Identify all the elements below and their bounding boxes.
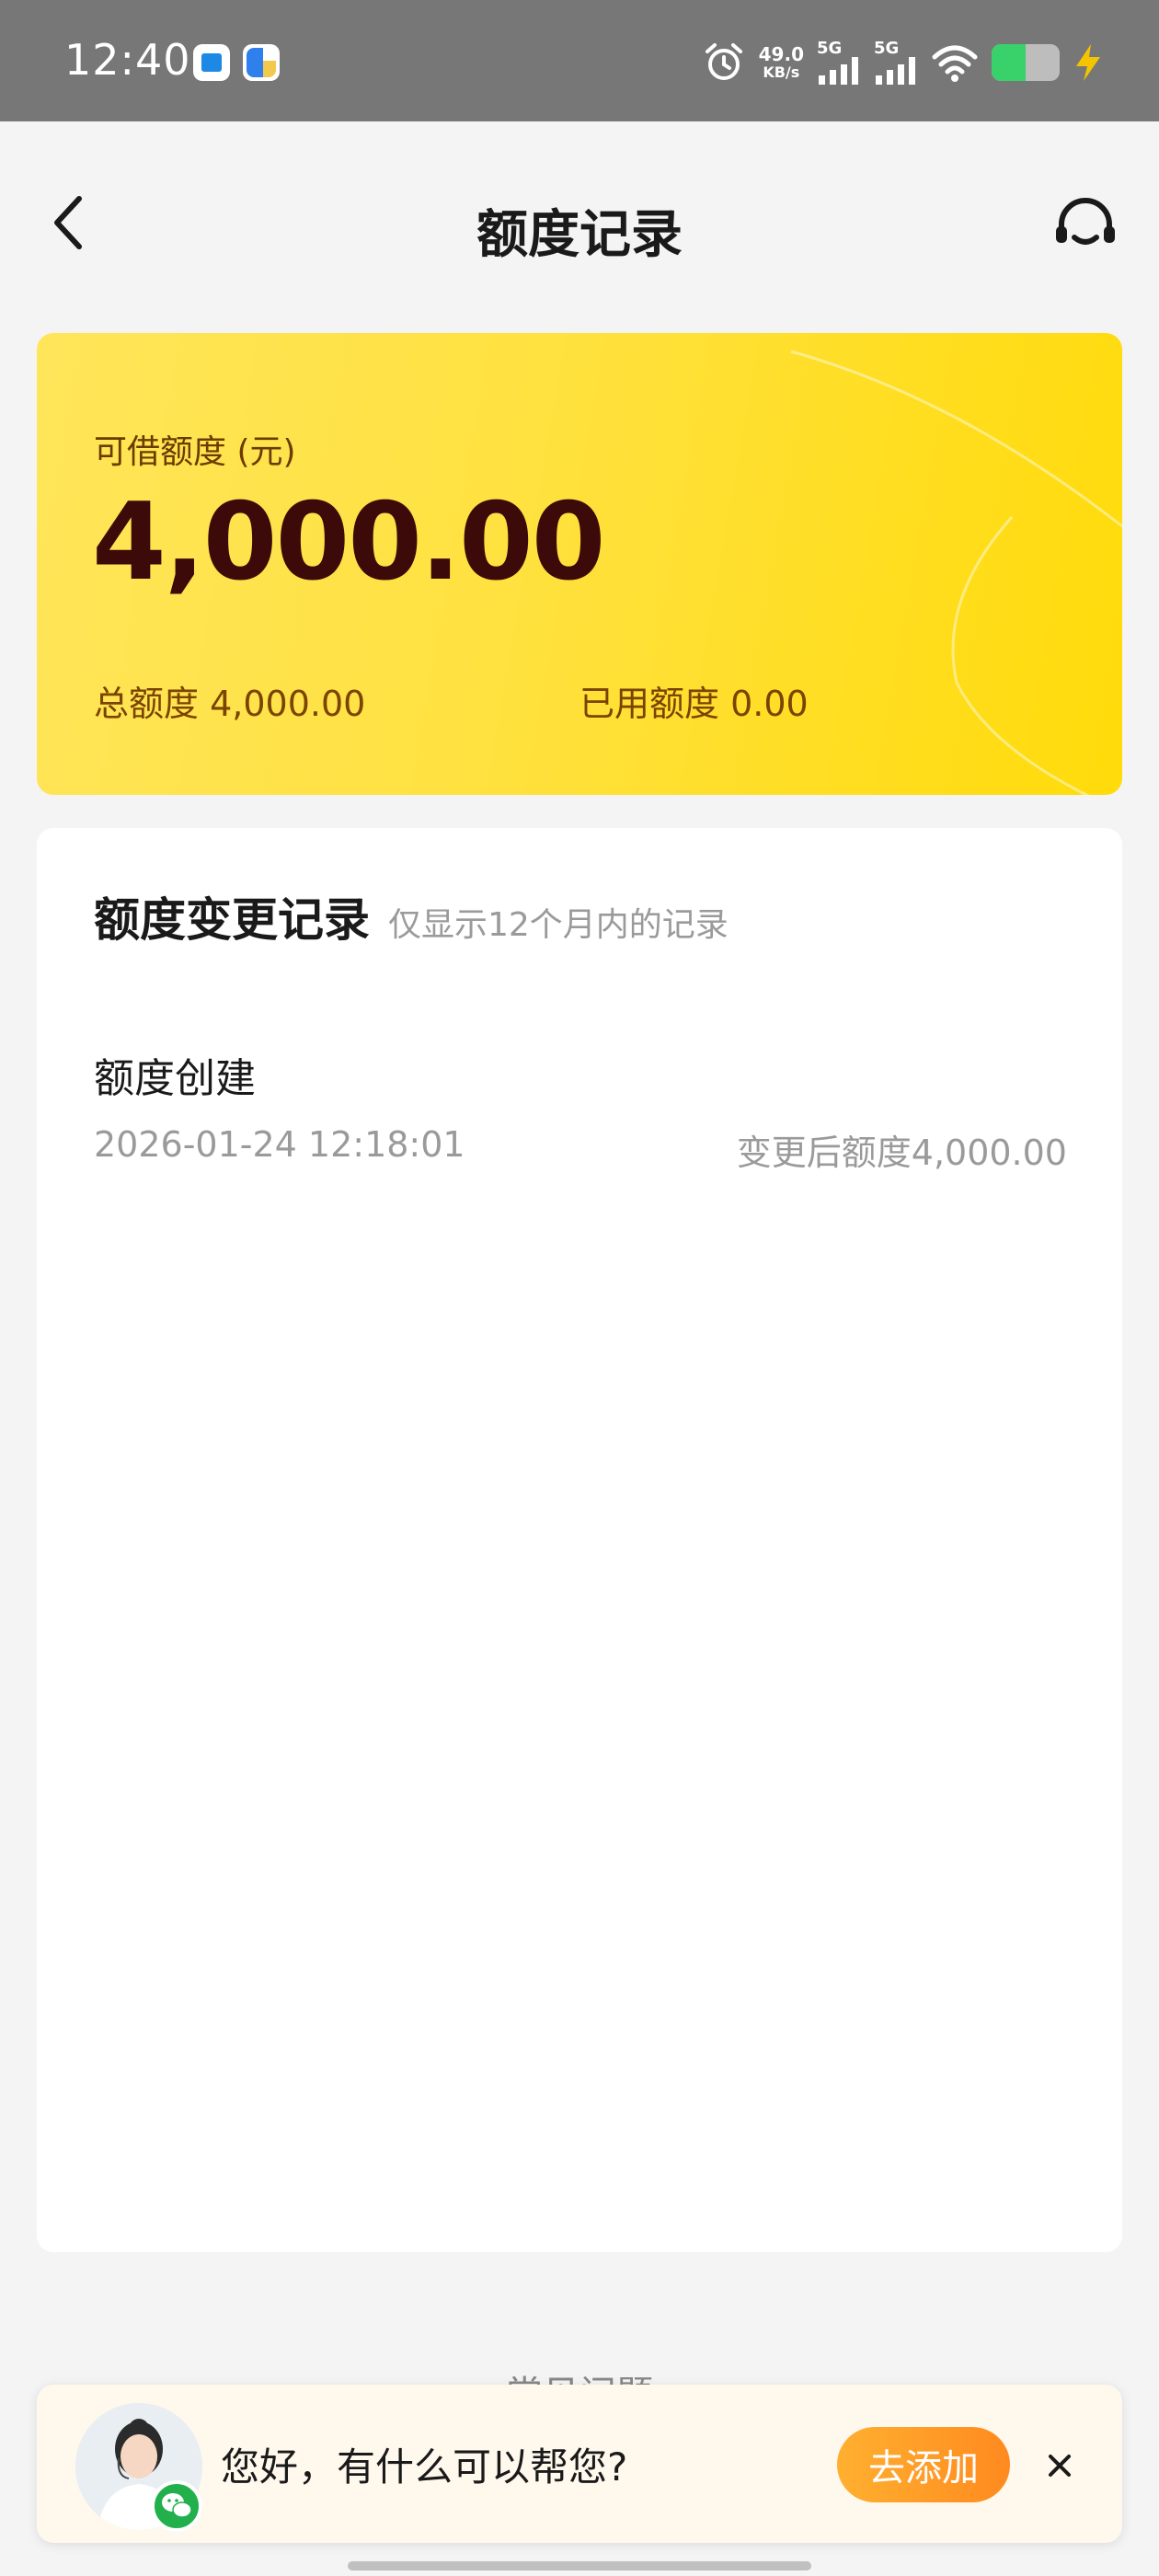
battery-icon (992, 44, 1060, 81)
close-icon (1049, 2455, 1071, 2477)
signal-bars-icon (819, 57, 858, 85)
notification-app-icon (193, 44, 230, 81)
record-datetime: 2026-01-24 12:18:01 (94, 1124, 465, 1165)
record-after-amount: 变更后额度4,000.00 (736, 1133, 1067, 1173)
record-type: 额度创建 (94, 1055, 256, 1102)
home-indicator[interactable] (348, 2561, 811, 2570)
signal-2: 5G (874, 40, 918, 85)
customer-service-banner: 您好，有什么可以帮您? 去添加 (37, 2385, 1122, 2543)
headset-icon (1056, 198, 1115, 245)
available-credit-amount: 4,000.00 (92, 480, 605, 604)
network-speed-unit: KB/s (763, 63, 800, 81)
signal-1-label: 5G (817, 39, 843, 58)
charging-icon (1076, 44, 1100, 81)
close-banner-button[interactable] (1039, 2445, 1080, 2486)
alarm-icon (705, 43, 742, 80)
battery-level (992, 44, 1026, 81)
signal-bars-icon (876, 57, 915, 85)
wechat-bubble-icon (162, 2493, 192, 2518)
credit-change-records: 额度变更记录 仅显示12个月内的记录 额度创建 2026-01-24 12:18… (37, 828, 1122, 2252)
credit-summary-card: 可借额度 (元) 4,000.00 总额度 4,000.00 已用额度 0.00 (37, 333, 1122, 795)
add-contact-button[interactable]: 去添加 (837, 2427, 1010, 2502)
records-header: 额度变更记录 仅显示12个月内的记录 (94, 883, 729, 949)
used-credit: 已用额度 0.00 (580, 684, 809, 724)
notification-app-icon-2 (243, 44, 280, 81)
record-details: 2026-01-24 12:18:01 变更后额度4,000.00 (94, 1124, 1067, 1175)
signal-1: 5G (817, 40, 861, 85)
signal-2-label: 5G (874, 39, 900, 58)
records-subtitle: 仅显示12个月内的记录 (388, 906, 729, 944)
records-title: 额度变更记录 (94, 893, 370, 947)
network-speed: 49.0 KB/s (759, 44, 804, 81)
greeting-text: 您好，有什么可以帮您? (221, 2444, 628, 2490)
status-indicators: 49.0 KB/s 5G 5G (702, 37, 1104, 88)
page-title: 额度记录 (476, 205, 683, 265)
customer-service-button[interactable] (1049, 190, 1122, 263)
network-speed-value: 49.0 (758, 43, 804, 65)
wifi-icon (932, 45, 978, 82)
list-item: 额度创建 2026-01-24 12:18:01 变更后额度4,000.00 (94, 1045, 1067, 1175)
status-bar: 12:40 49.0 KB/s 5G 5G (0, 0, 1159, 121)
wechat-icon (151, 2480, 202, 2532)
status-time: 12:40 (64, 35, 191, 85)
available-credit-label: 可借额度 (元) (94, 433, 296, 471)
total-credit: 总额度 4,000.00 (94, 684, 366, 724)
